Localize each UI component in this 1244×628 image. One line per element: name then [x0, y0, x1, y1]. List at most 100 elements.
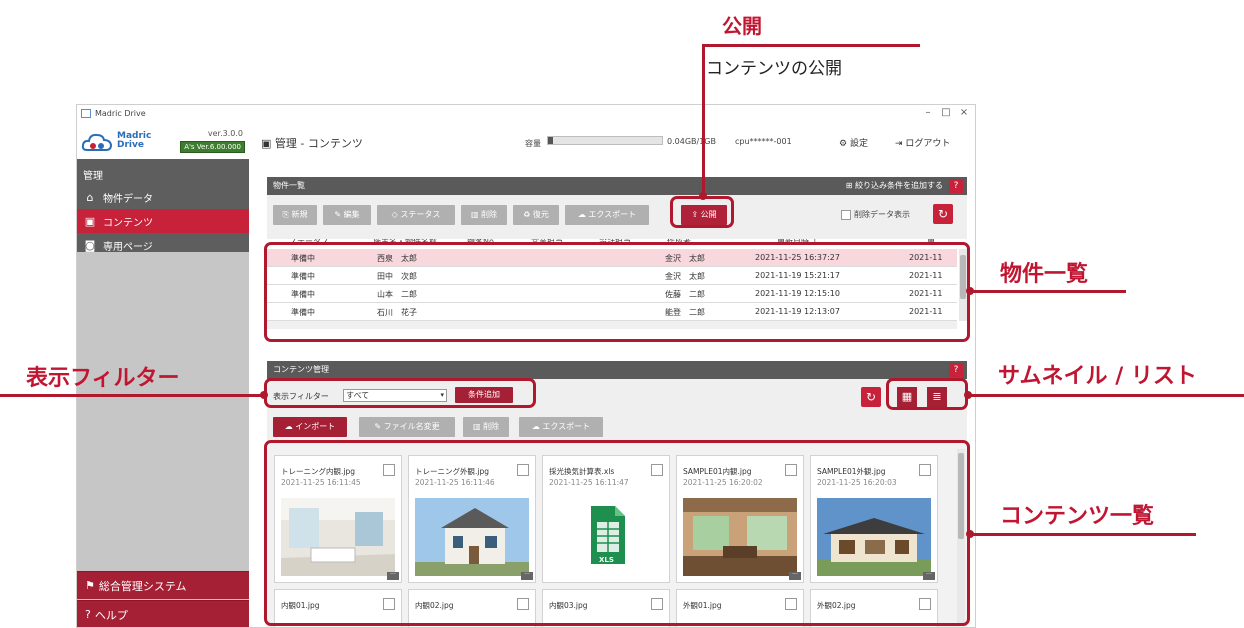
- settings-button[interactable]: ⚙ 設定: [839, 136, 868, 149]
- maximize-button[interactable]: □: [939, 107, 953, 118]
- capacity-bar: [547, 136, 663, 145]
- cpu-id: cpu******-001: [735, 137, 792, 146]
- highlight-display-filter: [264, 378, 536, 408]
- highlight-property-list: [264, 242, 970, 342]
- annotation-line: [970, 290, 1126, 293]
- logo: Madric Drive ver.3.0.0 A's Ver.6.00.000: [77, 123, 249, 159]
- annotation-line: [968, 394, 1244, 397]
- pencil-icon: ✎: [374, 422, 384, 431]
- contents-panel-header: コンテンツ管理 ?: [267, 361, 967, 379]
- home-icon: ⌂: [86, 190, 94, 204]
- property-panel-title: 物件一覧: [273, 181, 305, 190]
- rename-button[interactable]: ✎ ファイル名変更: [359, 417, 455, 437]
- logo-line-2: Drive: [117, 140, 144, 150]
- show-deleted-checkbox[interactable]: [841, 209, 851, 220]
- edit-label: 編集: [343, 210, 360, 219]
- title-bar: Madric Drive – □ ×: [77, 105, 975, 123]
- annotation-thumbnail-list: サムネイル / リスト: [998, 364, 1197, 389]
- import-button[interactable]: ☁ インポート: [273, 417, 347, 437]
- page-title: ▣ 管理 - コンテンツ: [261, 135, 363, 151]
- sidebar-item-label: 総合管理システム: [98, 579, 187, 593]
- image-icon: ▣: [261, 137, 275, 150]
- plus-icon: ⊞: [845, 181, 855, 190]
- sidebar-item-help[interactable]: ? ヘルプ: [77, 600, 249, 627]
- annotation-line: [702, 44, 705, 194]
- trash-icon: ▥: [470, 210, 482, 219]
- cloud-upload-icon: ☁: [577, 210, 589, 219]
- stage: Madric Drive – □ × Madric Drive ver.3.0.…: [0, 0, 1244, 628]
- sidebar-item-label: コンテンツ: [103, 217, 153, 229]
- version-text: ver.3.0.0: [207, 129, 243, 138]
- sidebar-section-label: 管理: [83, 171, 103, 182]
- new-label: 新規: [291, 210, 308, 219]
- sidebar-item-label: 物件データ: [103, 193, 153, 205]
- property-panel-header: 物件一覧 ⊞ 絞り込み条件を追加する ?: [267, 177, 967, 195]
- logout-label: ログアウト: [905, 139, 951, 149]
- export-button[interactable]: ☁ エクスポート: [565, 205, 649, 225]
- sidebar-item-dedicated-page[interactable]: ◙ 専用ページ: [77, 233, 249, 257]
- logo-text: Madric Drive: [117, 132, 151, 150]
- sidebar-item-admin-system[interactable]: ⚑ 総合管理システム: [77, 571, 249, 599]
- top-bar: ▣ 管理 - コンテンツ 容量 0.04GB/1GB cpu******-001…: [249, 123, 975, 159]
- sidebar-item-label: 専用ページ: [103, 241, 153, 253]
- refresh-icon[interactable]: ↻: [933, 204, 953, 224]
- trash-icon: ▥: [472, 422, 484, 431]
- contents-delete-label: 削除: [483, 422, 500, 431]
- close-button[interactable]: ×: [957, 107, 971, 118]
- logout-button[interactable]: ⇥ ログアウト: [895, 136, 950, 149]
- add-filter-label: 絞り込み条件を追加する: [855, 181, 943, 190]
- capacity-label: 容量: [525, 139, 541, 148]
- help-badge[interactable]: ?: [949, 179, 963, 193]
- restore-icon: ♻: [523, 210, 533, 219]
- restore-button[interactable]: ♻ 復元: [513, 205, 559, 225]
- highlight-publish-button: [670, 196, 734, 228]
- delete-label: 削除: [481, 210, 498, 219]
- refresh-icon[interactable]: ↻: [861, 387, 881, 407]
- rename-label: ファイル名変更: [383, 422, 440, 431]
- annotation-publish-subtitle: コンテンツの公開: [706, 59, 842, 79]
- highlight-view-toggle: [886, 378, 968, 410]
- annotation-line: [970, 533, 1196, 536]
- app-icon: [81, 109, 91, 118]
- add-filter-button[interactable]: ⊞ 絞り込み条件を追加する: [846, 177, 943, 195]
- annotation-line: [702, 44, 920, 47]
- edit-button[interactable]: ✎ 編集: [323, 205, 371, 225]
- delete-button[interactable]: ▥ 削除: [461, 205, 507, 225]
- annotation-display-filter: 表示フィルター: [26, 366, 180, 391]
- page-title-text: 管理 - コンテンツ: [274, 137, 363, 150]
- contents-panel-title: コンテンツ管理: [273, 365, 329, 374]
- new-button[interactable]: ⎘ 新規: [273, 205, 317, 225]
- show-deleted-toggle[interactable]: 削除データ表示: [841, 209, 910, 220]
- capacity-fill: [548, 137, 553, 144]
- window-title: Madric Drive: [95, 109, 146, 118]
- gear-icon: ⚙: [839, 139, 850, 149]
- sidebar-item-contents[interactable]: ▣ コンテンツ: [77, 209, 249, 233]
- page-icon: ◙: [84, 238, 96, 252]
- cloud-download-icon: ☁: [284, 422, 296, 431]
- minimize-button[interactable]: –: [921, 107, 935, 118]
- admin-icon: ⚑: [85, 579, 95, 592]
- import-label: インポート: [295, 422, 336, 431]
- status-label: ステータス: [400, 210, 441, 219]
- show-deleted-label: 削除データ表示: [854, 210, 910, 219]
- annotation-property-list: 物件一覧: [1000, 262, 1089, 287]
- contents-delete-button[interactable]: ▥ 削除: [463, 417, 509, 437]
- annotation-line: [0, 394, 264, 397]
- annotation-content-list: コンテンツ一覧: [1000, 504, 1155, 529]
- status-button[interactable]: ◇ ステータス: [377, 205, 455, 225]
- sidebar-item-label: ヘルプ: [94, 608, 128, 622]
- help-badge[interactable]: ?: [949, 363, 963, 377]
- restore-label: 復元: [532, 210, 549, 219]
- settings-label: 設定: [849, 139, 868, 149]
- highlight-content-list: [264, 440, 970, 626]
- help-icon: ?: [85, 608, 91, 621]
- contents-export-button[interactable]: ☁ エクスポート: [519, 417, 603, 437]
- cloud-upload-icon: ☁: [531, 422, 543, 431]
- logout-icon: ⇥: [895, 139, 906, 149]
- export-label: エクスポート: [588, 210, 637, 219]
- annotation-publish-title: 公開: [722, 14, 762, 38]
- capacity-text: 0.04GB/1GB: [667, 137, 716, 146]
- sidebar-item-property-data[interactable]: ⌂ 物件データ: [77, 185, 249, 209]
- contents-export-label: エクスポート: [542, 422, 591, 431]
- cloud-logo-icon: [81, 133, 113, 151]
